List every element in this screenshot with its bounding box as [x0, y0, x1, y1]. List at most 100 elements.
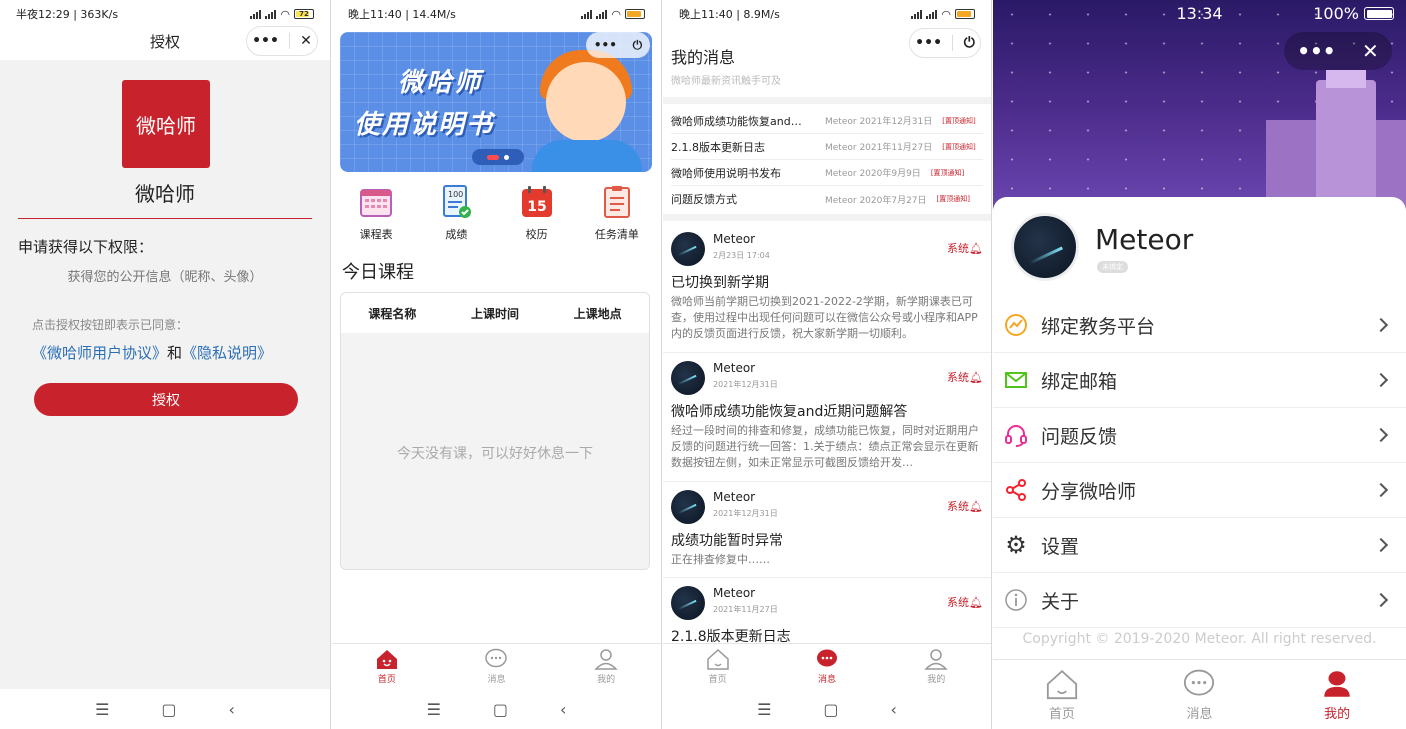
power-icon[interactable]: ⏻: [964, 35, 975, 51]
tab-messages[interactable]: 消息: [1159, 667, 1239, 722]
capsule-divider: [289, 33, 291, 49]
app-logo: 微哈师: [122, 80, 210, 168]
menu-capsule[interactable]: ••• ⏻: [909, 28, 981, 58]
more-icon[interactable]: •••: [594, 38, 617, 52]
menu-capsule[interactable]: ••• ✕: [1284, 32, 1392, 70]
privacy-link[interactable]: 《隐私说明》: [182, 344, 272, 362]
notice-item[interactable]: 2.1.8版本更新日志 Meteor 2021年11月27日 [置顶通知]: [671, 134, 983, 160]
tab-home[interactable]: 首页: [1022, 667, 1102, 722]
menu-feedback[interactable]: 问题反馈: [993, 408, 1406, 463]
battery-icon: [1364, 7, 1394, 20]
menu-capsule[interactable]: ••• ⏻: [586, 32, 650, 58]
close-icon[interactable]: ✕: [1362, 39, 1379, 63]
menu-nav-icon[interactable]: ☰: [95, 700, 109, 719]
home-icon: [375, 648, 399, 670]
wifi-icon: ◠: [280, 7, 290, 21]
avatar: [671, 490, 705, 524]
avatar[interactable]: [1011, 213, 1079, 281]
app-name: 微哈师: [135, 182, 195, 206]
tab-mine[interactable]: 我的: [576, 648, 636, 685]
home-nav-icon[interactable]: ▢: [161, 700, 176, 719]
battery-icon: 72: [294, 9, 314, 19]
and-text: 和: [167, 344, 183, 362]
more-icon[interactable]: •••: [1297, 39, 1335, 63]
authorize-button[interactable]: 授权: [34, 383, 298, 416]
permission-info: 获得您的公开信息（昵称、头像）: [67, 270, 263, 285]
menu-bind-edu-platform[interactable]: 绑定教务平台: [993, 298, 1406, 353]
message-date: 2021年11月27日: [713, 605, 778, 614]
status-right: ◠: [911, 8, 975, 21]
tab-mine[interactable]: 我的: [1297, 667, 1377, 722]
menu-bind-email[interactable]: 绑定邮箱: [993, 353, 1406, 408]
guide-banner[interactable]: 微哈师 使用说明书 ••• ⏻: [340, 32, 652, 172]
message-sender: Meteor: [713, 490, 756, 504]
status-left: 晚上11:40 | 8.9M/s: [679, 8, 780, 21]
home-icon: [1045, 667, 1079, 701]
character-face: [546, 62, 626, 142]
notice-item[interactable]: 问题反馈方式 Meteor 2020年7月27日 [置顶通知]: [671, 186, 983, 212]
more-icon[interactable]: •••: [252, 27, 279, 55]
message-card[interactable]: Meteor 2021年11月27日 系统🔔︎ 2.1.8版本更新日志: [671, 586, 983, 646]
headset-icon: [1003, 422, 1029, 448]
back-nav-icon[interactable]: ‹: [560, 700, 566, 719]
home-screen: 晚上11:40 | 14.4M/s ◠ 微哈师 使用说明书 ••• ⏻ 课程表 …: [332, 0, 662, 729]
quick-label: 校历: [525, 228, 548, 241]
col-class-time: 上课时间: [470, 306, 519, 321]
message-card[interactable]: Meteor 2月23日 17:04 系统🔔︎ 已切换到新学期 微哈师当前学期已…: [663, 232, 991, 353]
more-icon[interactable]: •••: [915, 35, 942, 51]
tab-mine[interactable]: 我的: [906, 648, 966, 685]
clock-tower: [1316, 80, 1376, 210]
back-nav-icon[interactable]: ‹: [229, 700, 235, 719]
quick-item-schedule[interactable]: 课程表: [340, 184, 412, 242]
menu-nav-icon[interactable]: ☰: [427, 700, 441, 719]
svg-text:15: 15: [527, 199, 546, 215]
menu-label: 设置: [1041, 535, 1080, 558]
col-course-name: 课程名称: [368, 306, 417, 321]
tab-messages[interactable]: 消息: [797, 648, 857, 685]
menu-share[interactable]: 分享微哈师: [993, 463, 1406, 518]
tab-label: 我的: [1324, 707, 1351, 722]
message-card[interactable]: Meteor 2021年12月31日 系统🔔︎ 成绩功能暂时异常 正在排查修复中…: [663, 490, 991, 578]
notice-meta: Meteor 2021年12月31日: [825, 117, 933, 127]
message-card[interactable]: Meteor 2021年12月31日 系统🔔︎ 微哈师成绩功能恢复and近期问题…: [663, 361, 991, 482]
copyright-text: Copyright © 2019-2020 Meteor. All right …: [1022, 631, 1377, 647]
notice-item[interactable]: 微哈师成绩功能恢复and… Meteor 2021年12月31日 [置顶通知]: [671, 108, 983, 134]
tab-messages[interactable]: 消息: [466, 648, 526, 685]
share-icon: [1003, 477, 1029, 503]
capsule-divider: [952, 35, 954, 51]
bottom-tab-bar: 首页 消息 我的: [993, 659, 1406, 729]
tab-home[interactable]: 首页: [688, 648, 748, 685]
back-nav-icon[interactable]: ‹: [891, 700, 897, 719]
quick-item-scores[interactable]: 100 成绩: [420, 184, 492, 242]
empty-state-text: 今天没有课，可以好好休息一下: [397, 446, 593, 462]
home-nav-icon[interactable]: ▢: [493, 700, 508, 719]
menu-nav-icon[interactable]: ☰: [757, 700, 771, 719]
message-date: 2月23日 17:04: [713, 251, 770, 260]
tab-home[interactable]: 首页: [357, 648, 417, 685]
message-date: 2021年12月31日: [713, 509, 778, 518]
quick-label: 任务清单: [594, 228, 639, 241]
auth-screen: 半夜12:29 | 363K/s ◠ 72 授权 ••• ✕ 微哈师 微哈师 申…: [0, 0, 331, 729]
user-agreement-link[interactable]: 《微哈师用户协议》: [32, 344, 167, 362]
tab-label: 我的: [597, 675, 616, 685]
signal-icon: [581, 9, 593, 19]
course-table-header: 课程名称 上课时间 上课地点: [341, 293, 649, 333]
notice-item[interactable]: 微哈师使用说明书发布 Meteor 2020年9月9日 [置顶通知]: [671, 160, 983, 186]
quick-item-tasks[interactable]: 任务清单: [581, 184, 653, 242]
quick-item-calendar[interactable]: 15 校历: [501, 184, 573, 242]
section-gap: [663, 97, 991, 104]
edu-platform-icon: [1003, 312, 1029, 338]
power-icon[interactable]: ⏻: [633, 38, 643, 53]
col-location: 上课地点: [573, 306, 622, 321]
menu-capsule[interactable]: ••• ✕: [246, 26, 318, 56]
bell-icon: 🔔︎: [969, 242, 983, 255]
home-nav-icon[interactable]: ▢: [823, 700, 838, 719]
menu-about[interactable]: 关于: [993, 573, 1406, 628]
status-right: ◠ 72: [250, 8, 314, 21]
menu-settings[interactable]: ⚙ 设置: [993, 518, 1406, 573]
chevron-right-icon: [1373, 372, 1389, 388]
signal-icon: [265, 9, 277, 19]
message-date: 2021年12月31日: [713, 380, 778, 389]
close-icon[interactable]: ✕: [300, 27, 312, 55]
message-sender: Meteor: [713, 586, 756, 600]
